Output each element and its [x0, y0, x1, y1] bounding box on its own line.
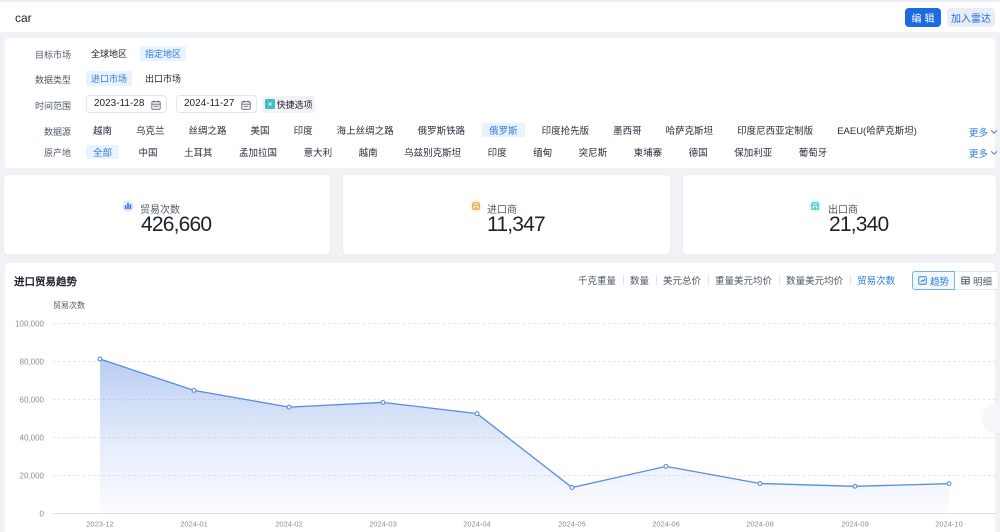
svg-text:2024-10: 2024-10: [935, 520, 963, 529]
svg-text:40,000: 40,000: [20, 434, 45, 443]
svg-text:2024-02: 2024-02: [275, 520, 303, 529]
svg-text:2024-04: 2024-04: [463, 520, 491, 529]
svg-text:2024-05: 2024-05: [558, 520, 586, 529]
svg-text:60,000: 60,000: [20, 396, 45, 405]
svg-text:2024-03: 2024-03: [369, 520, 397, 529]
svg-text:20,000: 20,000: [20, 472, 45, 481]
svg-text:100,000: 100,000: [15, 320, 44, 329]
svg-text:0: 0: [40, 510, 45, 519]
svg-text:2024-01: 2024-01: [180, 520, 208, 529]
svg-text:2024-08: 2024-08: [746, 520, 774, 529]
svg-text:贸易次数: 贸易次数: [53, 300, 85, 310]
svg-text:80,000: 80,000: [20, 358, 45, 367]
svg-text:2023-12: 2023-12: [86, 520, 114, 529]
svg-text:2024-09: 2024-09: [841, 520, 869, 529]
svg-text:2024-06: 2024-06: [652, 520, 680, 529]
